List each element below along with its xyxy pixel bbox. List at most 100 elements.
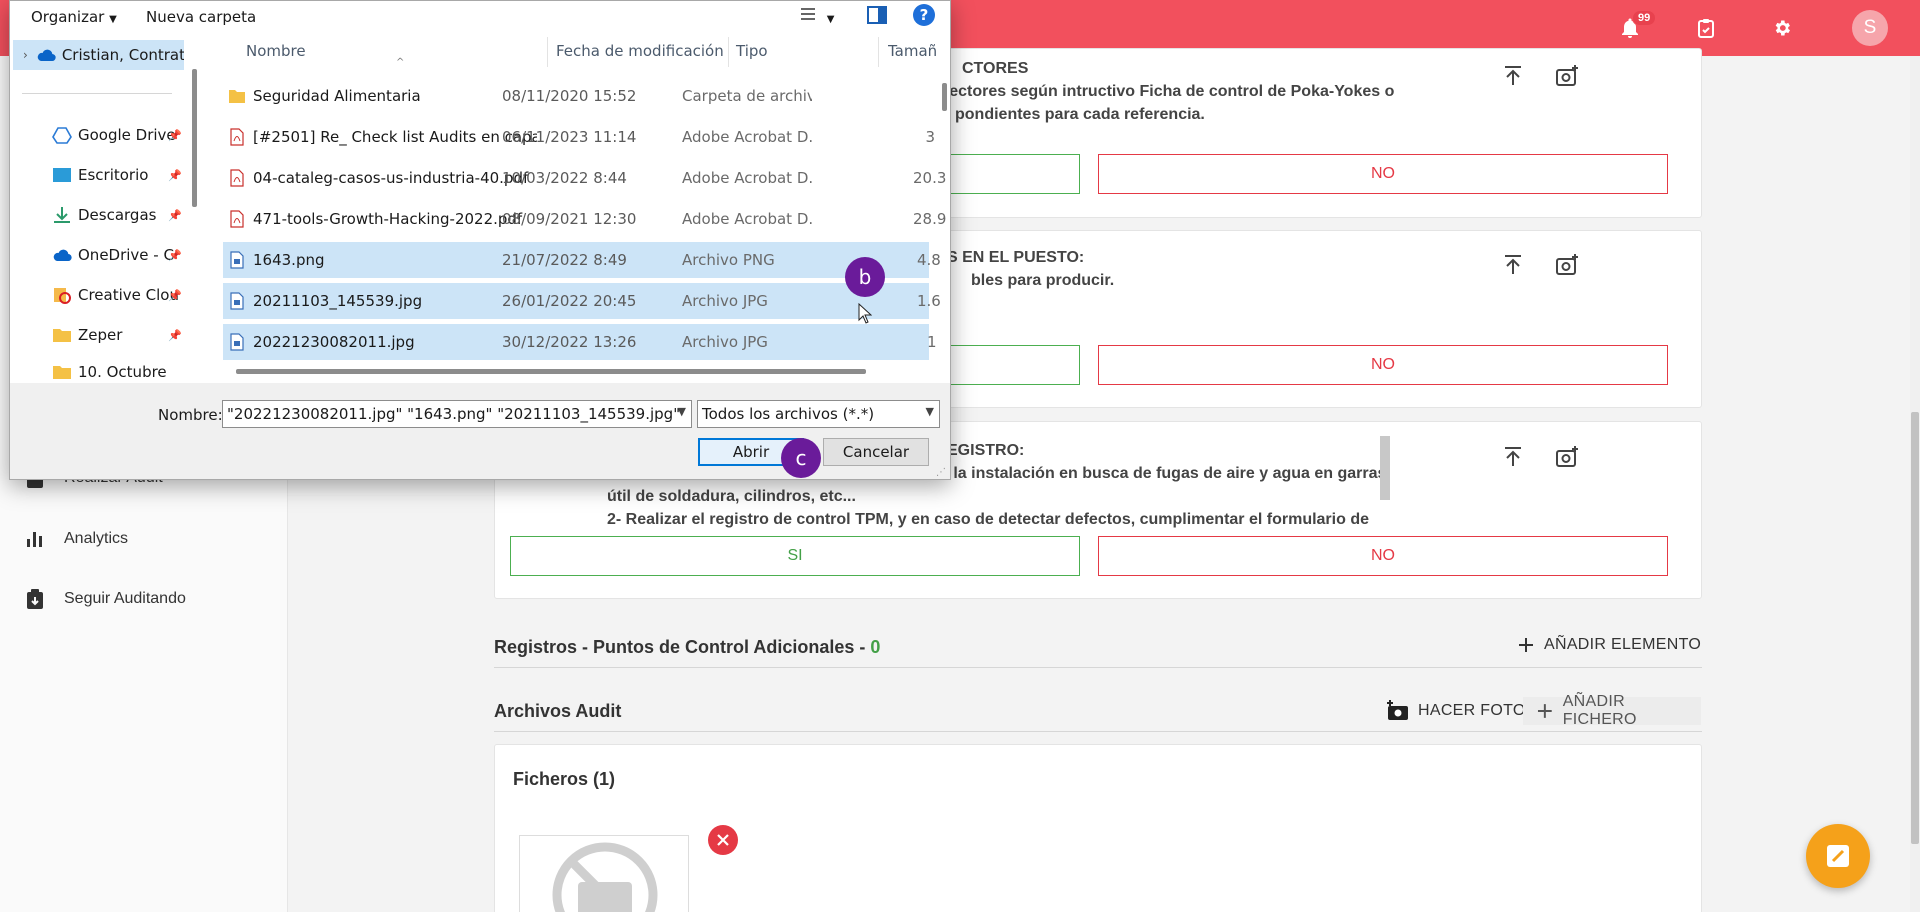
question-title: S EN EL PUESTO: bbox=[947, 249, 1085, 266]
upload-icon bbox=[1505, 255, 1521, 274]
divider bbox=[22, 93, 172, 94]
column-separator[interactable] bbox=[728, 37, 729, 67]
chevron-down-icon: ▼ bbox=[826, 14, 835, 25]
help-button[interactable]: ? bbox=[913, 4, 935, 26]
archivos-title: Archivos Audit bbox=[494, 701, 622, 721]
take-photo-button[interactable]: HACER FOTO bbox=[1386, 700, 1526, 722]
no-button[interactable]: NO bbox=[1098, 154, 1668, 194]
question-text: etectores según intructivo Ficha de cont… bbox=[935, 83, 1395, 100]
delete-file-button[interactable] bbox=[708, 825, 738, 855]
edit-fab-button[interactable] bbox=[1806, 824, 1870, 888]
column-header-name[interactable]: Nombre bbox=[246, 42, 306, 60]
no-button[interactable]: NO bbox=[1098, 345, 1668, 385]
nav-item-creative-cloud[interactable]: Creative Clou 📌 bbox=[10, 280, 198, 310]
registros-title: Registros - Puntos de Control Adicionale… bbox=[494, 637, 881, 657]
file-open-dialog: Organizar ▼ Nueva carpeta ▼ ? › Cristian… bbox=[9, 0, 951, 480]
nav-item-zeper[interactable]: Zeper 📌 bbox=[10, 320, 198, 350]
image-file-icon bbox=[230, 251, 244, 269]
nav-item-onedrive-account[interactable]: › Cristian, Contrat bbox=[13, 40, 184, 70]
upload-button[interactable] bbox=[1498, 61, 1528, 91]
question-text: 2- Realizar el registro de control TPM, … bbox=[607, 511, 1369, 528]
navigation-pane: › Cristian, Contrat Google Drive 📌 Escrit… bbox=[10, 33, 206, 383]
sidebar-item-analytics[interactable]: Analytics bbox=[0, 519, 288, 559]
desktop-icon bbox=[53, 168, 71, 182]
edit-note-icon bbox=[1827, 845, 1849, 867]
file-row[interactable]: 471-tools-Growth-Hacking-2022.pdf 08/09/… bbox=[223, 201, 946, 237]
column-header-size[interactable]: Tamañ bbox=[888, 42, 948, 60]
nav-item-onedrive[interactable]: OneDrive - C 📌 bbox=[10, 240, 198, 270]
column-header-type[interactable]: Tipo bbox=[736, 42, 768, 60]
nav-item-descargas[interactable]: Descargas 📌 bbox=[10, 200, 198, 230]
view-menu-button[interactable]: ▼ bbox=[800, 6, 834, 26]
add-element-button[interactable]: AÑADIR ELEMENTO bbox=[1518, 636, 1701, 654]
chevron-down-icon: ▼ bbox=[109, 14, 117, 25]
pdf-icon bbox=[230, 169, 244, 187]
nav-item-escritorio[interactable]: Escritorio 📌 bbox=[10, 160, 198, 190]
file-row[interactable]: 04-cataleg-casos-us-industria-40.pdf 10/… bbox=[223, 160, 946, 196]
yes-button[interactable]: SI bbox=[510, 536, 1080, 576]
bar-chart-icon bbox=[22, 527, 48, 551]
organize-button[interactable]: Organizar ▼ bbox=[31, 8, 117, 26]
chevron-down-icon[interactable]: ▼ bbox=[678, 405, 686, 418]
sidebar-item-label: Analytics bbox=[64, 530, 129, 547]
nav-item-octubre[interactable]: 10. Octubre bbox=[10, 360, 198, 384]
pin-icon: 📌 bbox=[168, 128, 182, 142]
resize-grip-icon[interactable]: ⋰ bbox=[936, 467, 946, 478]
image-file-icon bbox=[230, 333, 244, 351]
user-avatar[interactable]: S bbox=[1852, 10, 1888, 46]
clipboard-button[interactable] bbox=[1692, 14, 1720, 42]
pin-icon: 📌 bbox=[168, 328, 182, 342]
column-separator[interactable] bbox=[878, 37, 879, 67]
sidebar-item-label: Seguir Auditando bbox=[64, 590, 186, 607]
page-scrollbar-thumb[interactable] bbox=[1911, 412, 1919, 844]
file-type-select[interactable]: Todos los archivos (*.*) ▼ bbox=[697, 400, 940, 428]
file-list-horizontal-scrollbar[interactable] bbox=[236, 369, 866, 374]
column-header-date[interactable]: Fecha de modificación bbox=[556, 42, 724, 60]
pdf-icon bbox=[230, 210, 244, 228]
file-thumbnail[interactable] bbox=[519, 835, 689, 912]
add-photo-button[interactable] bbox=[1552, 250, 1582, 280]
preview-pane-button[interactable] bbox=[867, 6, 887, 28]
file-row-selected[interactable]: 20221230082011.jpg 30/12/2022 13:26 Arch… bbox=[223, 324, 937, 360]
annotation-marker-c: c bbox=[781, 438, 821, 478]
question-scrollbar[interactable] bbox=[1380, 436, 1390, 500]
dialog-toolbar: Organizar ▼ Nueva carpeta ▼ ? bbox=[10, 1, 950, 33]
file-list: ^ Nombre Fecha de modificación Tipo Tama… bbox=[206, 33, 950, 383]
upload-button[interactable] bbox=[1498, 442, 1528, 472]
download-icon bbox=[54, 207, 70, 223]
notifications-button[interactable]: 99 bbox=[1616, 10, 1657, 42]
divider bbox=[494, 667, 1702, 668]
file-row-selected[interactable]: 20211103_145539.jpg 26/01/2022 20:45 Arc… bbox=[223, 283, 941, 319]
nav-item-google-drive[interactable]: Google Drive 📌 bbox=[10, 120, 198, 150]
column-separator[interactable] bbox=[547, 37, 548, 67]
gear-icon bbox=[1775, 20, 1790, 36]
clipboard-download-icon bbox=[22, 587, 48, 611]
file-list-vertical-scrollbar[interactable] bbox=[939, 71, 951, 383]
plus-icon bbox=[1537, 704, 1552, 718]
file-row-selected[interactable]: 1643.png 21/07/2022 8:49 Archivo PNG 4.8 bbox=[223, 242, 941, 278]
upload-button[interactable] bbox=[1498, 250, 1528, 280]
chevron-down-icon: ▼ bbox=[925, 405, 934, 418]
folder-icon bbox=[229, 90, 245, 103]
add-photo-button[interactable] bbox=[1552, 61, 1582, 91]
add-photo-icon bbox=[1556, 65, 1578, 86]
sidebar-item-seguir-auditando[interactable]: Seguir Auditando bbox=[0, 579, 288, 619]
upload-icon bbox=[1505, 66, 1521, 85]
new-folder-button[interactable]: Nueva carpeta bbox=[146, 8, 256, 26]
close-icon bbox=[717, 834, 729, 846]
pin-icon: 📌 bbox=[168, 168, 182, 182]
plus-icon bbox=[1519, 638, 1533, 652]
filename-input[interactable]: "20221230082011.jpg" "1643.png" "2021110… bbox=[222, 400, 692, 428]
add-file-button[interactable]: AÑADIR FICHERO bbox=[1523, 693, 1701, 728]
question-text: pondientes para cada referencia. bbox=[955, 106, 1205, 123]
list-view-icon bbox=[801, 8, 815, 20]
add-photo-button[interactable] bbox=[1552, 442, 1582, 472]
registros-count: 0 bbox=[870, 637, 881, 657]
settings-button[interactable] bbox=[1768, 14, 1796, 42]
nav-pane-scrollbar[interactable] bbox=[192, 69, 197, 207]
file-row[interactable]: [#2501] Re_ Check list Audits en capas E… bbox=[223, 119, 935, 155]
file-row[interactable]: Seguridad Alimentaria 08/11/2020 15:52 C… bbox=[223, 78, 929, 114]
no-button[interactable]: NO bbox=[1098, 536, 1668, 576]
notification-count-badge: 99 bbox=[1632, 10, 1657, 26]
cancel-button[interactable]: Cancelar bbox=[823, 438, 929, 466]
